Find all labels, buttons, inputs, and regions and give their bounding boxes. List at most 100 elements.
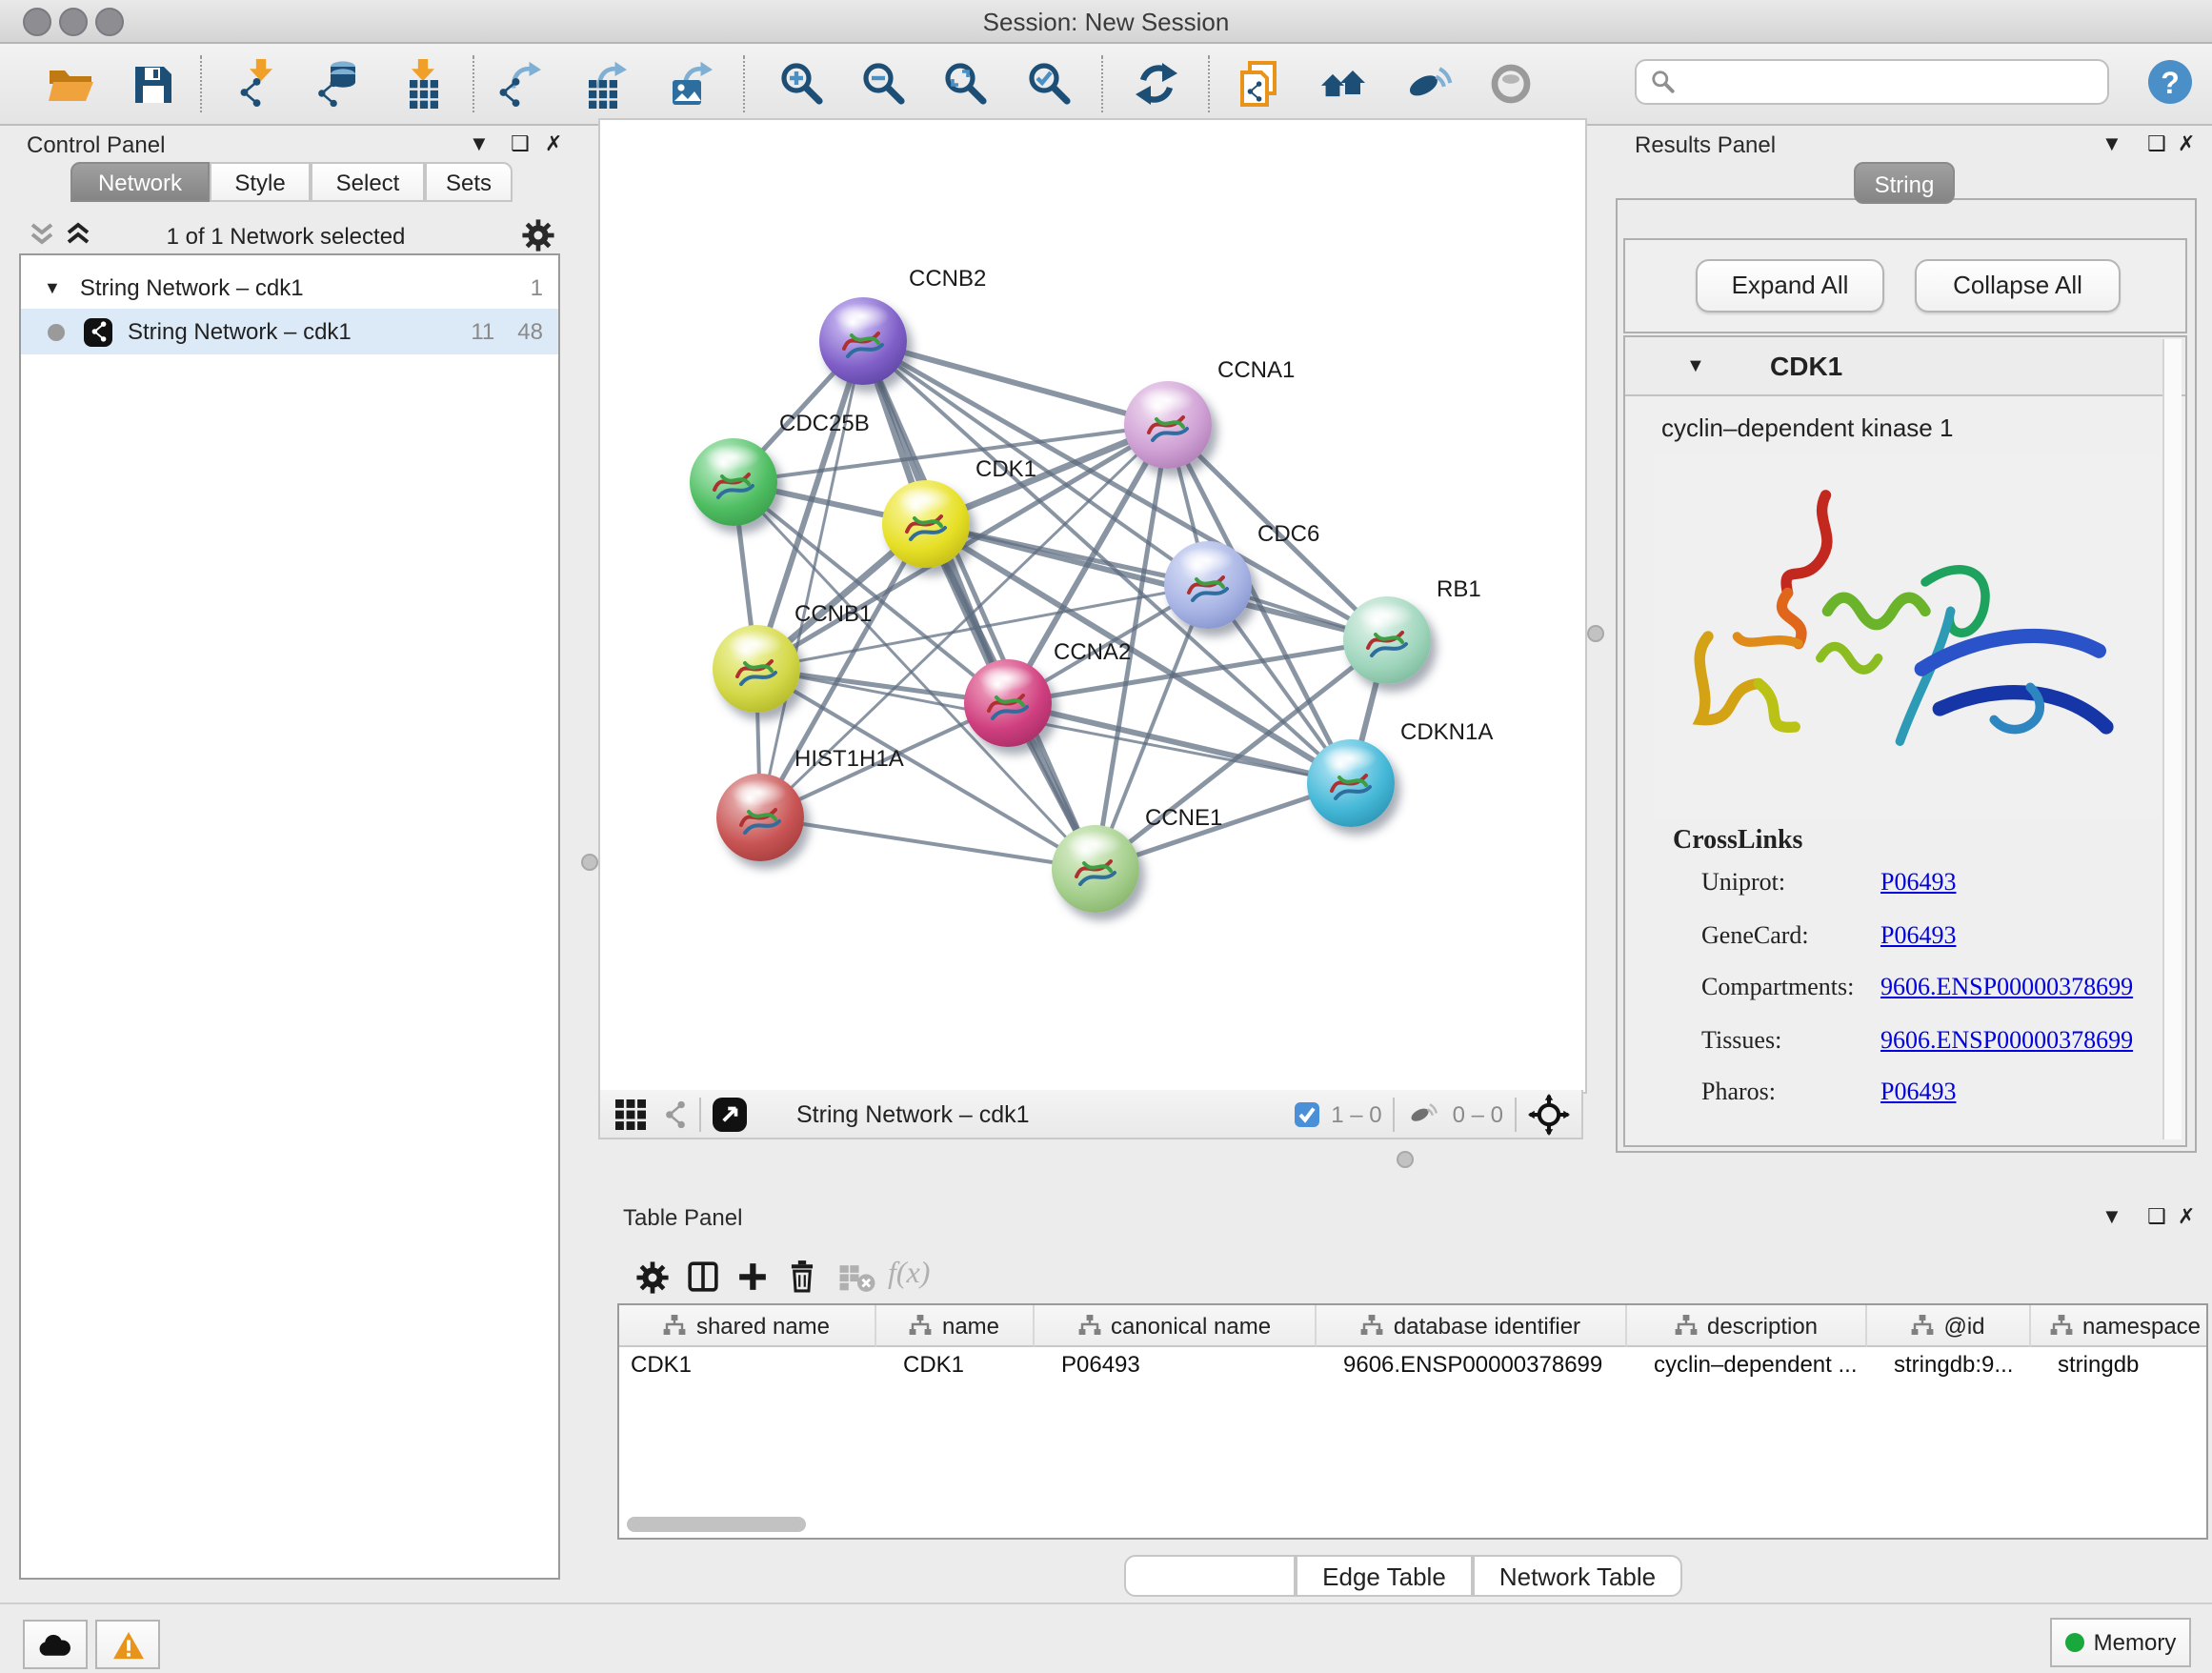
crosslink-link[interactable]: P06493 <box>1880 867 1956 897</box>
zoom-out-icon[interactable] <box>859 59 909 109</box>
results-panel-close-icon[interactable]: ✗ <box>2178 131 2195 156</box>
view-toolbar-separator <box>1394 1097 1396 1131</box>
expand-all-button[interactable]: Expand All <box>1696 259 1884 312</box>
network-edge[interactable] <box>760 817 1096 869</box>
network-node-HIST1H1A[interactable] <box>716 774 804 861</box>
hide-panel-eye-icon[interactable] <box>1404 59 1454 109</box>
column-header-label: @id <box>1943 1312 1984 1339</box>
gene-expand-caret[interactable]: ▼ <box>1686 356 1705 377</box>
network-node-label: CCNB2 <box>909 265 986 292</box>
crosslink-link[interactable]: P06493 <box>1880 919 1956 950</box>
share-view-icon[interactable] <box>663 1099 688 1129</box>
refresh-icon[interactable] <box>1132 59 1181 109</box>
network-node-CCNB2[interactable] <box>819 297 907 385</box>
tab-sets[interactable]: Sets <box>425 162 513 202</box>
network-canvas[interactable]: CCNB2 CCNA1 CDC25B CDK1 <box>598 118 1587 1094</box>
network-node-CCNA1[interactable] <box>1124 381 1212 469</box>
horizontal-splitter-handle[interactable] <box>1397 1151 1414 1168</box>
tab-network[interactable]: Network <box>70 162 210 202</box>
column-header-namespace[interactable]: namespace <box>2031 1305 2208 1347</box>
zoom-selected-icon[interactable] <box>1025 59 1075 109</box>
network-node-CDC6[interactable] <box>1164 541 1252 629</box>
grid-view-icon[interactable] <box>615 1099 646 1129</box>
crosslink-link[interactable]: P06493 <box>1880 1077 1956 1107</box>
collapse-all-networks-icon[interactable] <box>27 221 57 248</box>
cloud-button[interactable] <box>23 1620 88 1669</box>
table-cell[interactable]: P06493 <box>1061 1351 1313 1378</box>
network-node-CCNB1[interactable] <box>713 625 800 713</box>
collapse-all-button[interactable]: Collapse All <box>1915 259 2121 312</box>
tab-select[interactable]: Select <box>311 162 425 202</box>
crosslink-link[interactable]: 9606.ENSP00000378699 <box>1880 1024 2133 1055</box>
column-header-@id[interactable]: @id <box>1867 1305 2031 1347</box>
column-header-shared-name[interactable]: shared name <box>619 1305 876 1347</box>
left-splitter-handle[interactable] <box>581 854 598 871</box>
selected-nodes-checkbox-icon[interactable] <box>1293 1100 1319 1127</box>
network-row-selected[interactable]: String Network – cdk1 11 48 <box>21 309 558 354</box>
table-cell[interactable]: 9606.ENSP00000378699 <box>1343 1351 1623 1378</box>
network-options-gear-icon[interactable] <box>522 219 554 252</box>
node-table[interactable]: shared namenamecanonical namedatabase id… <box>617 1303 2208 1540</box>
table-cell[interactable]: cyclin–dependent ... <box>1654 1351 1863 1378</box>
results-scrollbar-track[interactable] <box>2162 339 2182 1139</box>
table-cell[interactable]: stringdb <box>2058 1351 2208 1378</box>
network-node-RB1[interactable] <box>1343 596 1431 684</box>
control-panel-close-icon[interactable]: ✗ <box>545 131 562 156</box>
zoom-fit-icon[interactable] <box>941 59 991 109</box>
table-cell[interactable]: CDK1 <box>903 1351 1031 1378</box>
help-icon[interactable]: ? <box>2145 57 2195 107</box>
hidden-nodes-eye-icon[interactable] <box>1407 1099 1441 1128</box>
table-cell[interactable]: stringdb:9... <box>1894 1351 2027 1378</box>
control-panel-float-icon[interactable]: ❑ <box>511 131 530 156</box>
network-edge-count: 48 <box>517 318 543 345</box>
table-panel-float-icon[interactable]: ❑ <box>2147 1204 2166 1229</box>
column-header-canonical-name[interactable]: canonical name <box>1035 1305 1317 1347</box>
right-splitter-handle[interactable] <box>1587 625 1604 642</box>
memory-button[interactable]: Memory <box>2050 1618 2191 1667</box>
birdseye-view-icon[interactable] <box>713 1097 747 1131</box>
expand-all-networks-icon[interactable] <box>63 221 93 248</box>
control-panel-menu-icon[interactable]: ▼ <box>469 133 490 156</box>
zoom-in-icon[interactable] <box>777 59 827 109</box>
column-header-database-identifier[interactable]: database identifier <box>1317 1305 1627 1347</box>
create-column-plus-icon[interactable] <box>735 1260 770 1294</box>
network-node-CDK1[interactable] <box>882 480 970 568</box>
network-edge[interactable] <box>1008 703 1351 783</box>
network-node-CCNE1[interactable] <box>1052 825 1139 913</box>
network-from-clipboard-icon[interactable] <box>1235 59 1284 109</box>
show-columns-icon[interactable] <box>686 1260 720 1294</box>
open-session-icon[interactable] <box>46 59 95 109</box>
network-node-CCNA2[interactable] <box>964 659 1052 747</box>
import-table-icon[interactable] <box>398 59 448 109</box>
crosslink-link[interactable]: 9606.ENSP00000378699 <box>1880 972 2133 1002</box>
tab-string[interactable]: String <box>1854 162 1955 204</box>
table-panel-close-icon[interactable]: ✗ <box>2178 1204 2195 1229</box>
table-panel-menu-icon[interactable]: ▼ <box>2101 1206 2122 1229</box>
table-cell[interactable]: CDK1 <box>631 1351 857 1378</box>
tab-node-table[interactable]: Node Table <box>1124 1555 1296 1597</box>
warnings-button[interactable] <box>95 1620 160 1669</box>
table-options-gear-icon[interactable] <box>636 1261 669 1294</box>
search-input[interactable] <box>1635 59 2109 105</box>
tab-style[interactable]: Style <box>210 162 311 202</box>
column-header-description[interactable]: description <box>1627 1305 1867 1347</box>
fit-content-crosshair-icon[interactable] <box>1528 1093 1570 1135</box>
network-collection-row[interactable]: ▼ String Network – cdk1 1 <box>21 267 558 309</box>
table-h-scrollbar-thumb[interactable] <box>627 1517 806 1532</box>
save-session-icon[interactable] <box>128 59 177 109</box>
import-network-icon[interactable] <box>232 59 282 109</box>
export-network-icon[interactable] <box>495 59 545 109</box>
tab-edge-table[interactable]: Edge Table <box>1296 1555 1473 1597</box>
network-node-CDKN1A[interactable] <box>1307 739 1395 827</box>
export-image-icon[interactable] <box>667 59 716 109</box>
results-panel-float-icon[interactable]: ❑ <box>2147 131 2166 156</box>
homes-icon[interactable] <box>1318 59 1368 109</box>
delete-column-trash-icon[interactable] <box>785 1258 819 1294</box>
collection-expand-caret[interactable]: ▼ <box>44 278 61 297</box>
network-node-CDC25B[interactable] <box>690 438 777 526</box>
export-table-icon[interactable] <box>581 59 631 109</box>
tab-network-table[interactable]: Network Table <box>1473 1555 1682 1597</box>
import-network-from-database-icon[interactable] <box>312 59 362 109</box>
results-panel-menu-icon[interactable]: ▼ <box>2101 133 2122 156</box>
column-header-name[interactable]: name <box>876 1305 1035 1347</box>
